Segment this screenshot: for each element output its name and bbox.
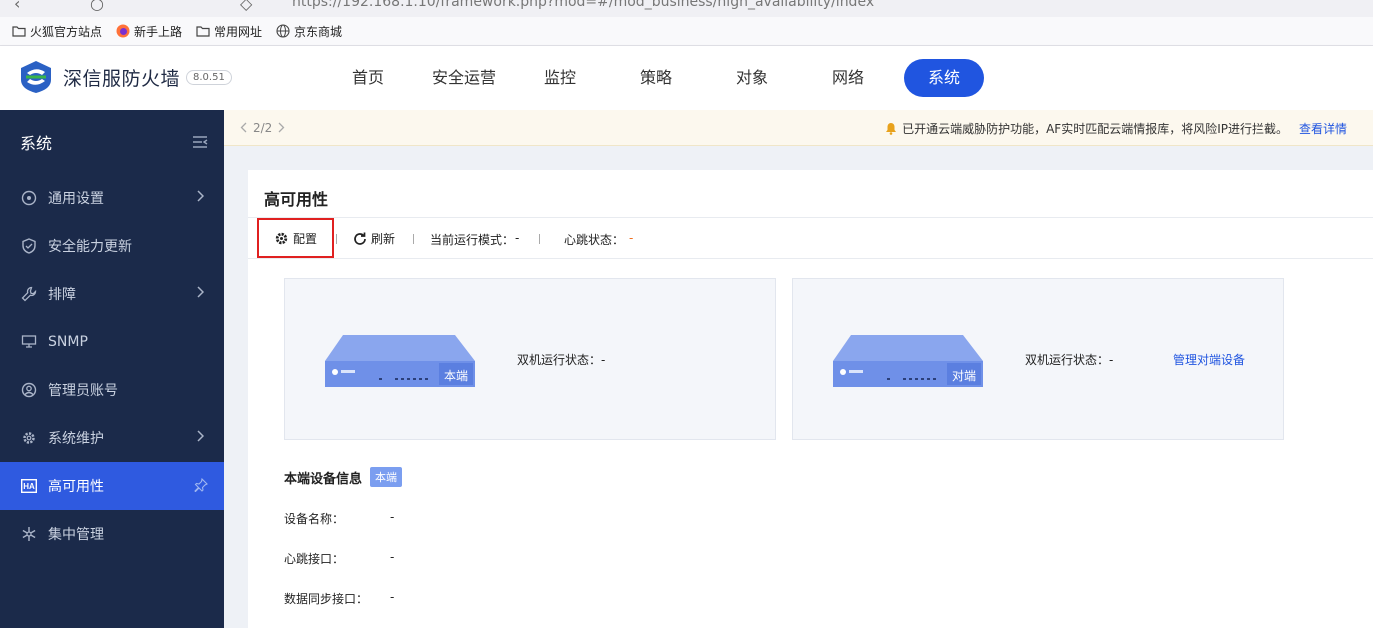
browser-url-bar[interactable]: ‹ ○ ◇ https://192.168.1.10/framework.php… [0,0,1373,17]
chevron-left-icon[interactable] [240,122,247,133]
gear-icon [275,232,288,244]
refresh-button[interactable]: 刷新 [353,230,395,247]
run-mode-value: - [515,231,520,245]
sidebar-item-admin-accounts[interactable]: 管理员账号 [0,366,224,414]
chevron-right-icon [197,430,204,442]
folder-icon [12,26,26,37]
info-row-sync-interface: 数据同步接口： - [284,590,395,606]
app-header: 深信服防火墙 8.0.51 首页 安全运营 监控 策略 对象 网络 系统 [0,46,1373,110]
nav-objects[interactable]: 对象 [704,59,800,97]
firewall-device-icon: 本端 [325,335,475,387]
notice-details-link[interactable]: 查看详情 [1299,120,1347,137]
bookmark-item[interactable]: 火狐官方站点 [12,23,102,40]
globe-icon [276,24,290,38]
sidebar-item-high-availability[interactable]: HA 高可用性 [0,462,224,510]
notice-pager: 2/2 [240,121,285,135]
sidebar: 系统 通用设置 安全能力更新 排障 SNMP 管理员账号 系统维护 HA 高可用… [0,110,224,628]
local-tag: 本端 [370,467,403,487]
toolbar: 配置 刷新 当前运行模式： - 心跳状态： - [248,217,1373,259]
chevron-right-icon[interactable] [278,122,285,133]
collapse-menu-icon[interactable] [192,135,208,149]
local-device-info-title: 本端设备信息 本端 [284,467,403,487]
peer-device-card: 对端 双机运行状态：- 管理对端设备 [792,278,1284,440]
content-panel: 高可用性 配置 刷新 当前运行模式： - 心跳状态： - 本端 双机运行状态：-… [248,170,1373,628]
reload-icon[interactable]: ○ [90,0,104,13]
local-ha-status: 双机运行状态：- [517,353,606,367]
device-label: 对端 [952,369,976,383]
sidebar-item-troubleshoot[interactable]: 排障 [0,270,224,318]
chevron-right-icon [197,286,204,298]
pin-icon[interactable] [194,478,208,492]
notice-message: 已开通云端威胁防护功能，AF实时匹配云端情报库，将风险IP进行拦截。 查看详情 [885,110,1347,146]
sidebar-item-system-maintenance[interactable]: 系统维护 [0,414,224,462]
nav-system[interactable]: 系统 [904,59,984,97]
cog-icon [20,429,38,447]
bookmark-item[interactable]: 新手上路 [116,23,182,40]
shield-icon: ◇ [240,0,253,13]
peer-ha-status: 双机运行状态：- [1025,353,1114,367]
notice-bar: 2/2 已开通云端威胁防护功能，AF实时匹配云端情报库，将风险IP进行拦截。 查… [224,110,1373,146]
gear-circle-icon [20,189,38,207]
bookmark-item[interactable]: 京东商城 [276,23,342,40]
brand-name: 深信服防火墙 [63,67,181,90]
nav-monitor[interactable]: 监控 [512,59,608,97]
info-row-device-name: 设备名称： - [284,510,395,526]
network-icon [20,333,38,351]
sidebar-item-general-settings[interactable]: 通用设置 [0,174,224,222]
firewall-device-icon: 对端 [833,335,983,387]
firefox-icon [116,24,130,38]
user-circle-icon [20,381,38,399]
pager-text: 2/2 [253,120,273,135]
snowflake-icon [20,525,38,543]
page-title: 高可用性 [264,190,329,209]
manage-peer-device-link[interactable]: 管理对端设备 [1173,351,1245,368]
sidebar-item-snmp[interactable]: SNMP [0,318,224,366]
bell-icon [886,122,897,135]
toolbar-divider [413,234,414,244]
config-button[interactable]: 配置 [257,218,334,258]
version-badge: 8.0.51 [186,69,232,85]
sidebar-item-central-management[interactable]: 集中管理 [0,510,224,558]
heartbeat-value: - [629,231,634,245]
nav-security-ops[interactable]: 安全运营 [416,59,512,97]
brand[interactable]: 深信服防火墙 8.0.51 [18,60,232,94]
wrench-icon [20,285,38,303]
shield-icon [20,237,38,255]
sidebar-header: 系统 [0,110,224,174]
chevron-right-icon [197,190,204,202]
local-device-card: 本端 双机运行状态：- [284,278,776,440]
url-text[interactable]: https://192.168.1.10/framework.php?mod=#… [292,0,874,10]
svg-text:HA: HA [23,482,35,491]
device-label: 本端 [444,369,468,383]
refresh-icon [354,232,366,245]
bookmark-item[interactable]: 常用网址 [196,23,262,40]
toolbar-divider [336,234,337,244]
toolbar-divider [539,234,540,244]
bookmarks-bar: 火狐官方站点 新手上路 常用网址 京东商城 [0,17,1373,46]
nav-home[interactable]: 首页 [320,59,416,97]
nav-policy[interactable]: 策略 [608,59,704,97]
top-nav: 首页 安全运营 监控 策略 对象 网络 系统 [320,59,984,97]
nav-network[interactable]: 网络 [800,59,896,97]
info-row-heartbeat-interface: 心跳接口： - [284,550,395,566]
sidebar-item-security-update[interactable]: 安全能力更新 [0,222,224,270]
folder-icon [196,26,210,37]
sangfor-logo-icon [21,61,51,93]
heartbeat-label: 心跳状态： [564,233,625,247]
sidebar-title: 系统 [20,134,53,153]
back-icon[interactable]: ‹ [14,0,20,13]
ha-icon: HA [20,477,38,495]
run-mode-label: 当前运行模式： [430,233,515,247]
